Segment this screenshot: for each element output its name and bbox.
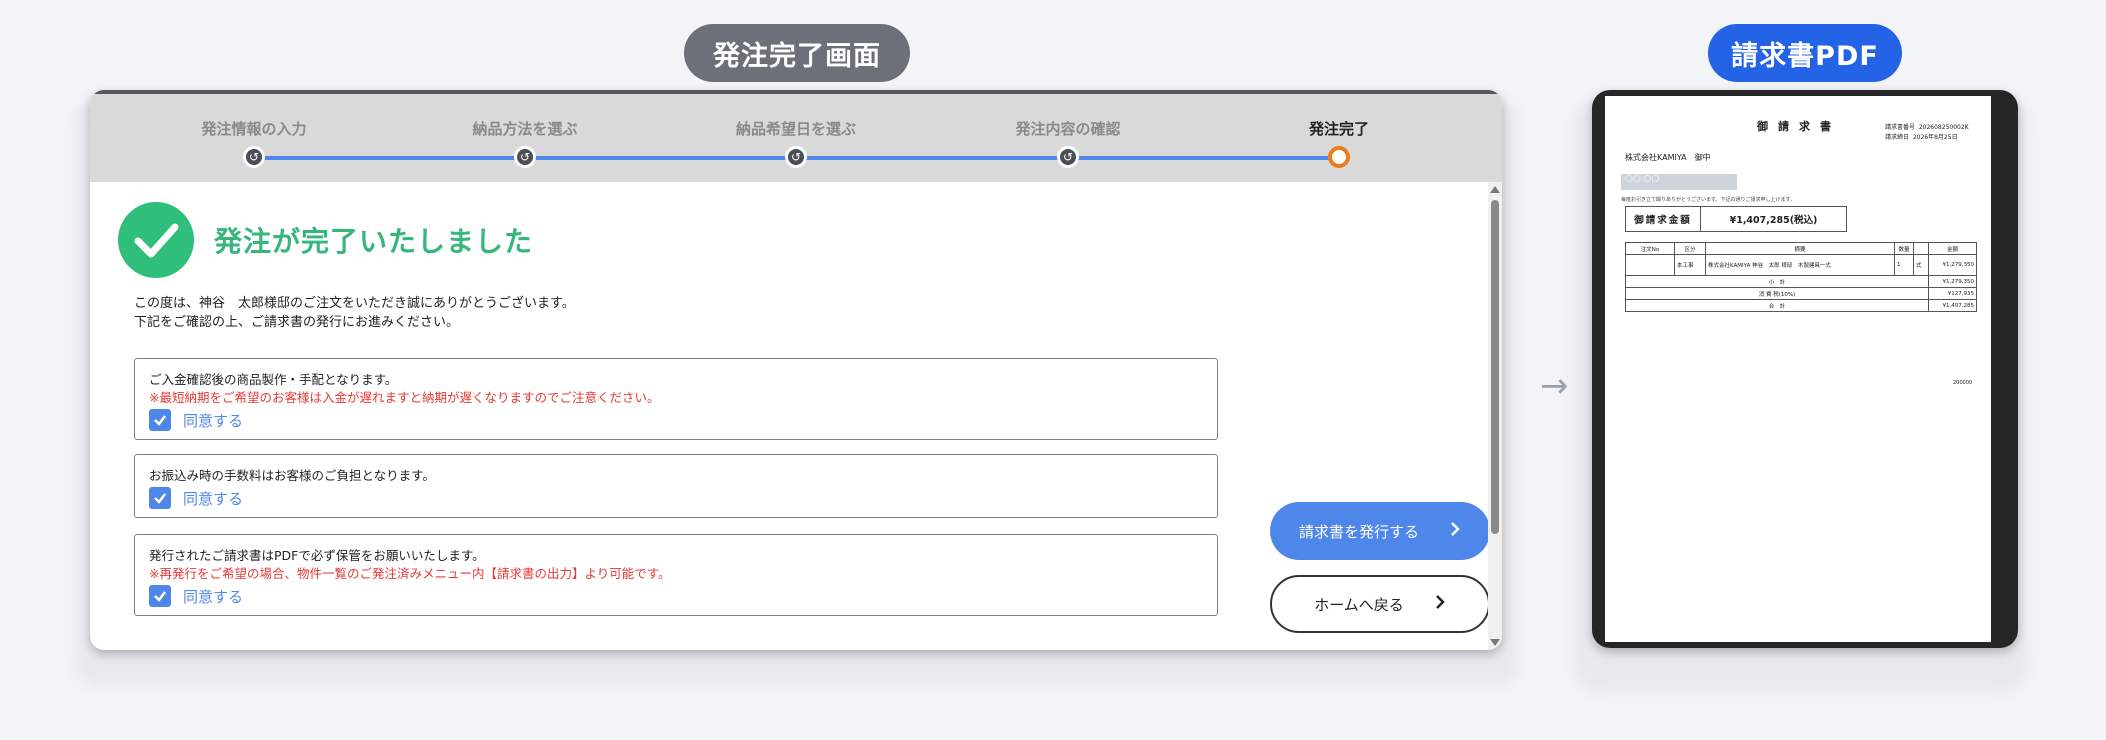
pdf-seal: ○○ ○○ [1621, 174, 1737, 190]
table-cell [1625, 254, 1675, 276]
notice-warning: ※再発行をご希望の場合、物件一覧のご発注済みメニュー内【請求書の出力】より可能で… [149, 566, 671, 581]
agree-label: 同意する [183, 489, 244, 508]
intro-text: この度は、神谷 太郎様邸のご注文をいただき誠にありがとうございます。 下記をご確… [134, 294, 575, 332]
tax-row: 消 費 税(10%) ¥127,935 [1625, 287, 1977, 300]
agree-label: 同意する [183, 411, 244, 430]
issue-invoice-button[interactable]: 請求書を発行する [1270, 502, 1490, 560]
agree-checkbox-1[interactable]: 同意する [149, 409, 243, 431]
scrollbar[interactable] [1488, 182, 1502, 650]
step-current-icon [1328, 146, 1350, 168]
table-header: 注文No [1625, 242, 1675, 255]
step-label: 納品方法を選ぶ [472, 120, 578, 138]
subtotal-label: 小 計 [1625, 275, 1929, 288]
table-header: 金額 [1928, 242, 1977, 255]
checkbox-checked-icon[interactable] [149, 409, 171, 431]
back-home-label: ホームへ戻る [1314, 595, 1404, 614]
progress-stepper: 発注情報の入力 ↺ 納品方法を選ぶ ↺ 納品希望日を選ぶ ↺ 発注内容の確認 ↺… [90, 90, 1502, 182]
table-cell: 1 [1894, 254, 1914, 276]
agree-checkbox-3[interactable]: 同意する [149, 585, 243, 607]
table-header: 区分 [1674, 242, 1706, 255]
notice-warning: ※最短納期をご希望のお客様は入金が遅れますと納期が遅くなりますのでご注意ください… [149, 390, 660, 405]
pdf-invoice-number: 請求書番号 202608250002K [1885, 122, 1969, 131]
tax-value: ¥127,935 [1928, 287, 1977, 300]
table-cell: 式 [1913, 254, 1929, 276]
intro-line-1: この度は、神谷 太郎様邸のご注文をいただき誠にありがとうございます。 [134, 296, 575, 311]
pdf-invoice-date: 請求締日 2026年8月25日 [1885, 132, 1958, 141]
grand-total-label: 合 計 [1625, 299, 1929, 312]
pdf-total-label: 御請求金額 [1626, 207, 1701, 231]
pdf-client: 株式会社KAMIYA 御中 [1625, 153, 1711, 162]
subtotal-row: 小 計 ¥1,279,350 [1625, 275, 1977, 288]
notice-text: ご入金確認後の商品製作・手配となります。 [149, 372, 398, 387]
scroll-down-icon[interactable] [1490, 639, 1500, 646]
notice-text: 発行されたご請求書はPDFで必ず保管をお願いいたします。 [149, 548, 485, 563]
pdf-footer-code: 200000 [1953, 380, 1973, 386]
table-header-row: 注文No 区分 摘要 数量 金額 [1625, 242, 1977, 255]
table-header: 数量 [1894, 242, 1914, 255]
checkbox-checked-icon[interactable] [149, 487, 171, 509]
step-label: 発注情報の入力 [201, 120, 307, 138]
step-done-icon: ↺ [514, 146, 536, 168]
notice-pdf-storage: 発行されたご請求書はPDFで必ず保管をお願いいたします。 ※再発行をご希望の場合… [134, 534, 1218, 616]
screen-label-invoice-pdf: 請求書PDF [1708, 24, 1902, 82]
scroll-up-icon[interactable] [1490, 186, 1500, 193]
invoice-date: 2026年8月25日 [1912, 134, 1958, 141]
intro-line-2: 下記をご確認の上、ご請求書の発行にお進みください。 [134, 315, 460, 330]
pdf-total-box: 御請求金額 ¥1,407,285(税込) [1625, 206, 1847, 232]
notice-fee: お振込み時の手数料はお客様のご負担となります。 同意する [134, 454, 1218, 518]
pdf-total-value: ¥1,407,285(税込) [1729, 215, 1818, 226]
table-row: 本工事 株式会社KAMIYA 神谷 太郎 様邸 木製建具一式 1 式 ¥1,27… [1625, 254, 1977, 276]
issue-invoice-label: 請求書を発行する [1298, 522, 1419, 541]
pdf-note: 毎度お引き立て賜りありがとうございます。下記の通りご請求申し上げます。 [1621, 197, 1796, 203]
page-title: 発注が完了いたしました [214, 225, 534, 258]
chevron-right-icon [1449, 521, 1461, 541]
step-done-icon: ↺ [1057, 146, 1079, 168]
checkbox-checked-icon[interactable] [149, 585, 171, 607]
step-label: 納品希望日を選ぶ [735, 120, 856, 138]
invoice-number: 202608250002K [1918, 124, 1969, 131]
scroll-thumb[interactable] [1491, 200, 1499, 534]
subtotal-value: ¥1,279,350 [1928, 275, 1977, 288]
pdf-title: 御請求書 [1757, 120, 1841, 133]
arrow-right-icon: → [1540, 366, 1569, 406]
step-label: 発注内容の確認 [1015, 120, 1121, 138]
invoice-date-label: 請求締日 [1885, 134, 1910, 141]
notice-payment: ご入金確認後の商品製作・手配となります。 ※最短納期をご希望のお客様は入金が遅れ… [134, 358, 1218, 440]
order-complete-screen: 発注情報の入力 ↺ 納品方法を選ぶ ↺ 納品希望日を選ぶ ↺ 発注内容の確認 ↺… [90, 90, 1502, 650]
back-home-button[interactable]: ホームへ戻る [1270, 575, 1490, 633]
agree-checkbox-2[interactable]: 同意する [149, 487, 243, 509]
table-cell: 本工事 [1674, 254, 1706, 276]
notice-text: お振込み時の手数料はお客様のご負担となります。 [149, 468, 435, 483]
invoice-number-label: 請求書番号 [1885, 124, 1916, 131]
check-circle-icon [118, 202, 194, 278]
table-cell: ¥1,279,350 [1928, 254, 1977, 276]
step-label-current: 発注完了 [1308, 120, 1369, 138]
invoice-pdf: 御請求書 請求書番号 202608250002K 請求締日 2026年8月25日… [1605, 96, 1991, 642]
table-cell: 株式会社KAMIYA 神谷 太郎 様邸 木製建具一式 [1705, 254, 1895, 276]
agree-label: 同意する [183, 587, 244, 606]
table-header [1913, 242, 1929, 255]
grand-total-row: 合 計 ¥1,407,285 [1625, 299, 1977, 312]
grand-total-value: ¥1,407,285 [1928, 299, 1977, 312]
pdf-line-items-table: 注文No 区分 摘要 数量 金額 本工事 株式会社KAMIYA 神谷 太郎 様邸… [1625, 242, 1977, 312]
tax-label: 消 費 税(10%) [1625, 287, 1929, 300]
table-header: 摘要 [1705, 242, 1895, 255]
step-done-icon: ↺ [785, 146, 807, 168]
step-done-icon: ↺ [243, 146, 265, 168]
screen-label-order-complete: 発注完了画面 [684, 24, 910, 82]
chevron-right-icon [1434, 594, 1446, 614]
